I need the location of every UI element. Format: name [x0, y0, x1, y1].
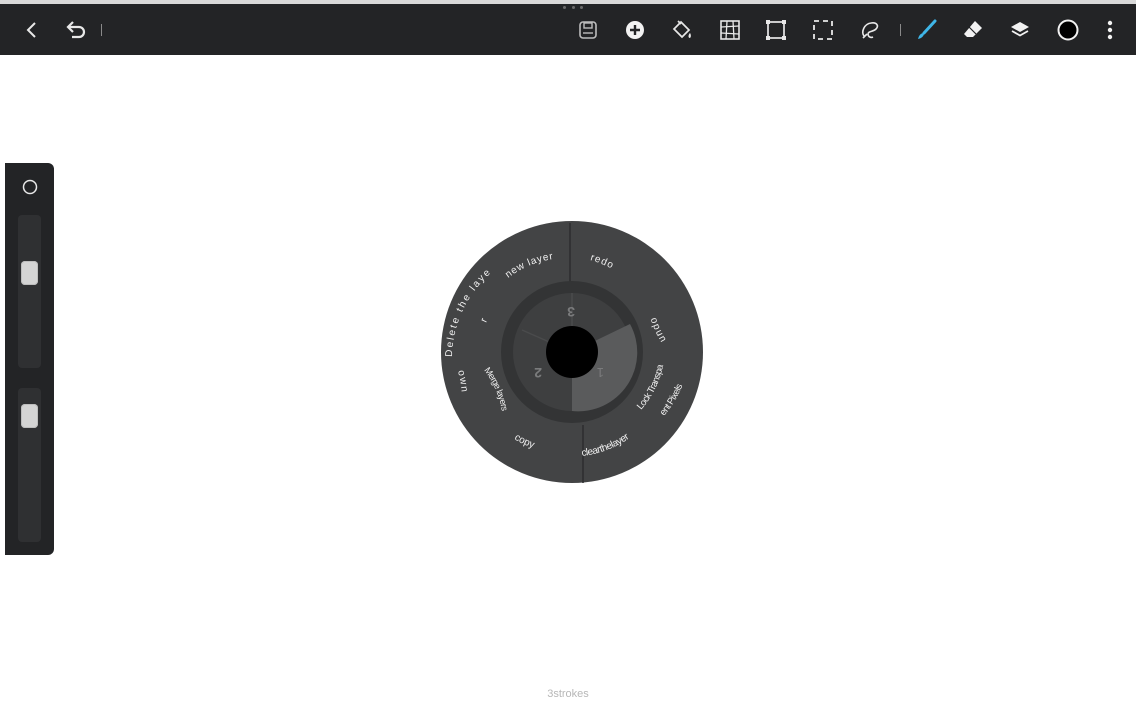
brush-settings-panel [5, 163, 54, 555]
grid-tool-button[interactable] [712, 4, 748, 55]
brush-tool-button[interactable] [908, 4, 944, 55]
radial-inner-number-1: 1 [597, 365, 604, 380]
more-vertical-icon [1107, 20, 1113, 39]
radial-inner-number-3: 3 [567, 304, 575, 320]
undo-icon [66, 20, 86, 38]
save-icon [579, 20, 597, 39]
brush-icon [918, 19, 937, 39]
chevron-left-icon [26, 21, 36, 38]
back-button[interactable] [14, 4, 50, 55]
fill-tool-button[interactable] [664, 4, 700, 55]
more-menu-button[interactable] [1092, 4, 1128, 55]
save-button[interactable] [570, 4, 606, 55]
plus-circle-icon [626, 20, 644, 39]
brush-preview-button[interactable] [19, 176, 41, 198]
stroke-count-status: 3strokes [547, 688, 589, 700]
radial-center-button[interactable] [546, 326, 598, 378]
color-picker-button[interactable] [1050, 4, 1086, 55]
toolbar-separator [900, 24, 901, 36]
layers-button[interactable] [1002, 4, 1038, 55]
transform-icon [766, 19, 786, 40]
lasso-tool-button[interactable] [852, 4, 888, 55]
top-toolbar [0, 4, 1136, 55]
eraser-icon [964, 20, 982, 37]
toolbar-separator [101, 24, 102, 36]
brush-opacity-slider-thumb[interactable] [21, 404, 38, 429]
radial-quick-menu: 1 2 3 new layer redo Delete the laye r o… [439, 212, 704, 568]
paint-bucket-icon [672, 19, 691, 38]
brush-opacity-slider[interactable] [18, 388, 41, 542]
radial-menu-graphic: 1 2 3 new layer redo Delete the laye r o… [439, 212, 703, 568]
lasso-icon [862, 21, 879, 39]
layers-icon [1011, 21, 1029, 37]
drag-handle [563, 6, 583, 9]
color-swatch-icon [1057, 19, 1079, 40]
radial-inner-number-2: 2 [534, 365, 542, 381]
brush-size-slider-thumb[interactable] [21, 261, 38, 286]
eraser-tool-button[interactable] [955, 4, 991, 55]
transform-tool-button[interactable] [758, 4, 794, 55]
marquee-selection-icon [813, 19, 833, 40]
brush-size-slider[interactable] [18, 215, 41, 368]
perspective-grid-icon [720, 19, 740, 40]
selection-tool-button[interactable] [805, 4, 841, 55]
undo-button[interactable] [58, 4, 94, 55]
circle-outline-icon [22, 179, 38, 195]
add-button[interactable] [617, 4, 653, 55]
